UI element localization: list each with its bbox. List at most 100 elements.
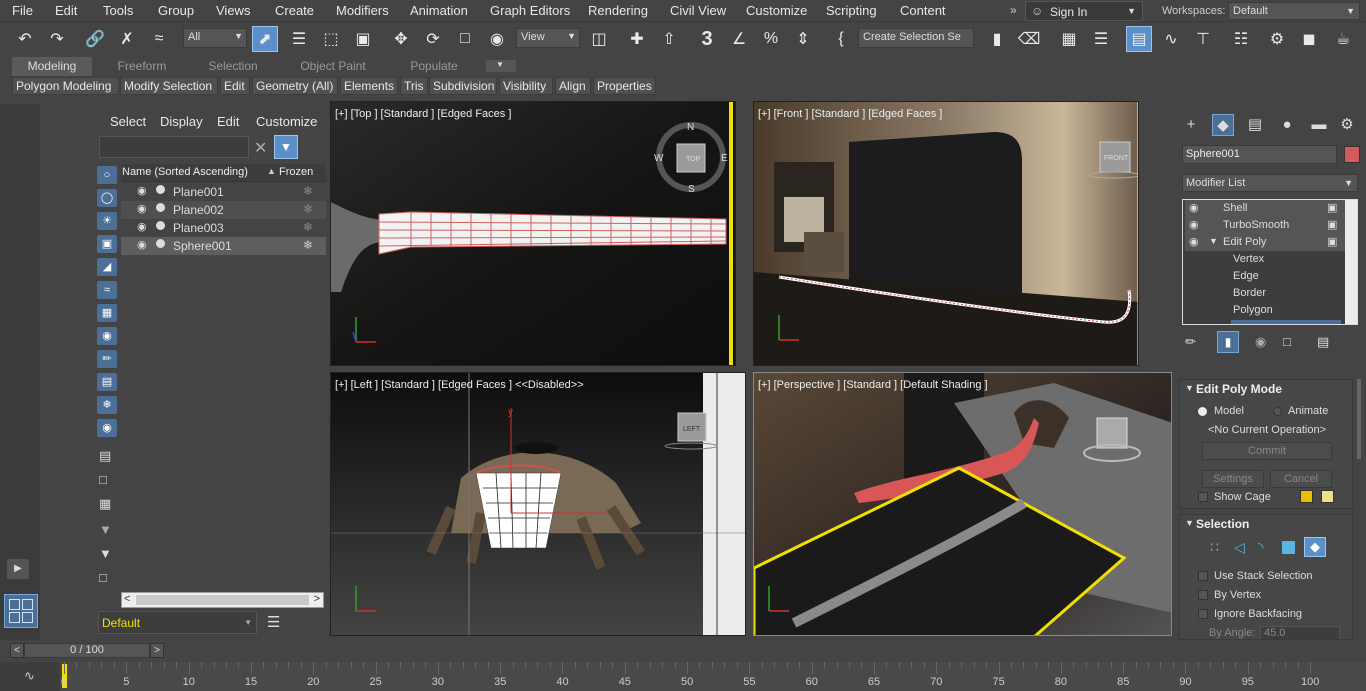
make-unique-icon[interactable]: ◉ — [1255, 334, 1266, 350]
menu-create[interactable]: Create — [275, 3, 314, 18]
render-dot-icon[interactable] — [156, 185, 165, 194]
edit-named-selection-icon[interactable]: { — [828, 26, 854, 52]
modifier-list-dropdown[interactable]: Modifier List ▼ — [1182, 174, 1358, 192]
time-slider[interactable]: 0 / 100 — [24, 643, 150, 658]
window-crossing-icon[interactable]: ▣ — [350, 26, 376, 52]
eye-icon[interactable]: ◉ — [1189, 235, 1199, 248]
stack-scrollbar[interactable] — [1345, 200, 1357, 324]
display-geometry-icon[interactable]: ○ — [97, 166, 117, 184]
menu-group[interactable]: Group — [158, 3, 194, 18]
display-invert-icon[interactable]: ▦ — [99, 496, 111, 512]
display-spacewarps-icon[interactable]: ≈ — [97, 281, 117, 299]
scroll-left-icon[interactable]: < — [124, 593, 130, 605]
viewport-left[interactable]: LEFT y [+] [Left ] [Standard ] [Edged Fa… — [330, 372, 746, 636]
display-cameras-icon[interactable]: ▣ — [97, 235, 117, 253]
move-icon[interactable]: ✥ — [388, 26, 414, 52]
viewport-perspective-label[interactable]: [+] [Perspective ] [Standard ] [Default … — [758, 379, 988, 391]
remove-modifier-icon[interactable]: □ — [1283, 334, 1291, 349]
sign-in-dropdown[interactable]: ☺ Sign In ▼ — [1025, 1, 1143, 21]
expand-icon[interactable]: ▼ — [1209, 236, 1218, 246]
named-selection-set-dropdown[interactable]: Create Selection Se — [858, 28, 974, 48]
ignore-backfacing-checkbox[interactable]: Ignore Backfacing — [1198, 608, 1302, 620]
display-shapes-icon[interactable]: ◯ — [97, 189, 117, 207]
render-dot-icon[interactable] — [156, 239, 165, 248]
eye-icon[interactable]: ◉ — [137, 184, 147, 197]
by-vertex-checkbox[interactable]: By Vertex — [1198, 589, 1261, 601]
show-end-result-icon[interactable]: ▮ — [1217, 331, 1239, 353]
transform-gizmo-icon[interactable]: ✚ — [624, 26, 650, 52]
stack-sub-vertex[interactable]: Vertex — [1185, 251, 1345, 268]
sort-icon[interactable]: □ — [99, 570, 107, 585]
element-mode-icon[interactable]: ◆ — [1304, 537, 1326, 557]
display-lights-icon[interactable]: ☀ — [97, 212, 117, 230]
model-radio[interactable] — [1198, 407, 1207, 416]
render-setup-icon[interactable]: ⚙ — [1264, 26, 1290, 52]
menu-scripting[interactable]: Scripting — [826, 3, 877, 18]
cancel-button[interactable]: Cancel — [1270, 470, 1332, 488]
menu-file[interactable]: File — [12, 3, 33, 18]
menu-tools[interactable]: Tools — [103, 3, 133, 18]
checkbox[interactable] — [1198, 571, 1208, 582]
menu-customize[interactable]: Customize — [746, 3, 807, 18]
collapse-icon[interactable]: ▼ — [1185, 383, 1194, 393]
workspace-dropdown[interactable]: Default ▼ — [1228, 2, 1360, 20]
display-containers-icon[interactable]: ▤ — [97, 373, 117, 391]
ribbon-subdivision[interactable]: Subdivision — [429, 77, 497, 95]
configure-sets-icon[interactable]: ▤ — [1317, 334, 1329, 350]
schematic-view-icon[interactable]: ☷ — [1228, 26, 1254, 52]
rect-selection-icon[interactable]: ⬚ — [318, 26, 344, 52]
settings-button[interactable]: Settings — [1202, 470, 1264, 488]
ribbon-edit[interactable]: Edit — [220, 77, 250, 95]
ribbon-polygon-modeling[interactable]: Polygon Modeling — [12, 77, 119, 95]
viewport-perspective[interactable]: [+] [Perspective ] [Standard ] [Default … — [753, 372, 1172, 636]
rollout-title[interactable]: Selection — [1196, 517, 1249, 531]
rollout-title[interactable]: Edit Poly Mode — [1196, 382, 1282, 396]
scroll-thumb[interactable] — [136, 595, 309, 605]
scale-icon[interactable]: □ — [452, 26, 478, 52]
ribbon-align[interactable]: Align — [555, 77, 591, 95]
se-menu-select[interactable]: Select — [110, 114, 146, 129]
tab-freeform[interactable]: Freeform — [98, 57, 186, 76]
collapse-icon[interactable]: ▼ — [1185, 518, 1194, 528]
rotate-icon[interactable]: ⟳ — [420, 26, 446, 52]
by-angle-input[interactable]: 45.0 — [1260, 626, 1340, 639]
place-icon[interactable]: ◉ — [484, 26, 510, 52]
render-production-icon[interactable]: ☕ — [1330, 26, 1356, 52]
vertex-mode-icon[interactable]: ∷ — [1210, 539, 1219, 556]
menu-modifiers[interactable]: Modifiers — [336, 3, 389, 18]
percent-snap-icon[interactable]: % — [758, 26, 784, 52]
motion-tab-icon[interactable]: ● — [1276, 114, 1298, 136]
spinner-snap-icon[interactable]: ⇕ — [790, 26, 816, 52]
utilities-tab-icon[interactable]: ⚙ — [1336, 114, 1358, 136]
stack-item-turbosmooth[interactable]: ◉ TurboSmooth ▣ — [1185, 217, 1345, 234]
eye-icon[interactable]: ◉ — [137, 238, 147, 251]
edge-mode-icon[interactable]: ◁ — [1234, 539, 1245, 556]
link-icon[interactable]: 🔗 — [82, 26, 108, 52]
stack-sub-border[interactable]: Border — [1185, 285, 1345, 302]
freeze-icon[interactable]: ❄ — [303, 238, 313, 252]
tab-selection[interactable]: Selection — [192, 57, 274, 76]
prev-frame-button[interactable]: < — [10, 643, 24, 658]
redo-icon[interactable]: ↷ — [44, 26, 70, 52]
checkbox[interactable] — [1198, 590, 1208, 601]
menu-civil-view[interactable]: Civil View — [670, 3, 726, 18]
eye-icon[interactable]: ◉ — [1189, 218, 1199, 231]
object-name-input[interactable]: Sphere001 — [1182, 145, 1337, 164]
commit-button[interactable]: Commit — [1202, 442, 1332, 460]
clear-search-icon[interactable]: ✕ — [254, 138, 267, 158]
table-row[interactable]: ◉ Plane001 ❄ — [121, 183, 326, 201]
col-frozen-header[interactable]: Frozen — [279, 166, 313, 178]
reference-coord-dropdown[interactable]: View ▼ — [516, 28, 580, 48]
rendered-frame-icon[interactable]: ◼ — [1296, 26, 1322, 52]
ribbon-visibility[interactable]: Visibility — [499, 77, 553, 95]
checkbox[interactable] — [1198, 492, 1208, 503]
stack-item-shell[interactable]: ◉ Shell ▣ — [1185, 200, 1345, 217]
viewport-front[interactable]: FRONT [+] [Front ] [Standard ] [Edged Fa… — [753, 101, 1139, 366]
snap-toggle-icon[interactable]: 3 — [694, 26, 720, 52]
se-search-input[interactable] — [99, 136, 249, 158]
pin-stack-icon[interactable]: ✏ — [1185, 334, 1196, 350]
ribbon-geometry-all[interactable]: Geometry (All) — [252, 77, 338, 95]
cage-selected-color-swatch[interactable] — [1321, 490, 1334, 503]
ribbon-elements[interactable]: Elements — [340, 77, 398, 95]
unlink-icon[interactable]: ✗ — [114, 26, 140, 52]
